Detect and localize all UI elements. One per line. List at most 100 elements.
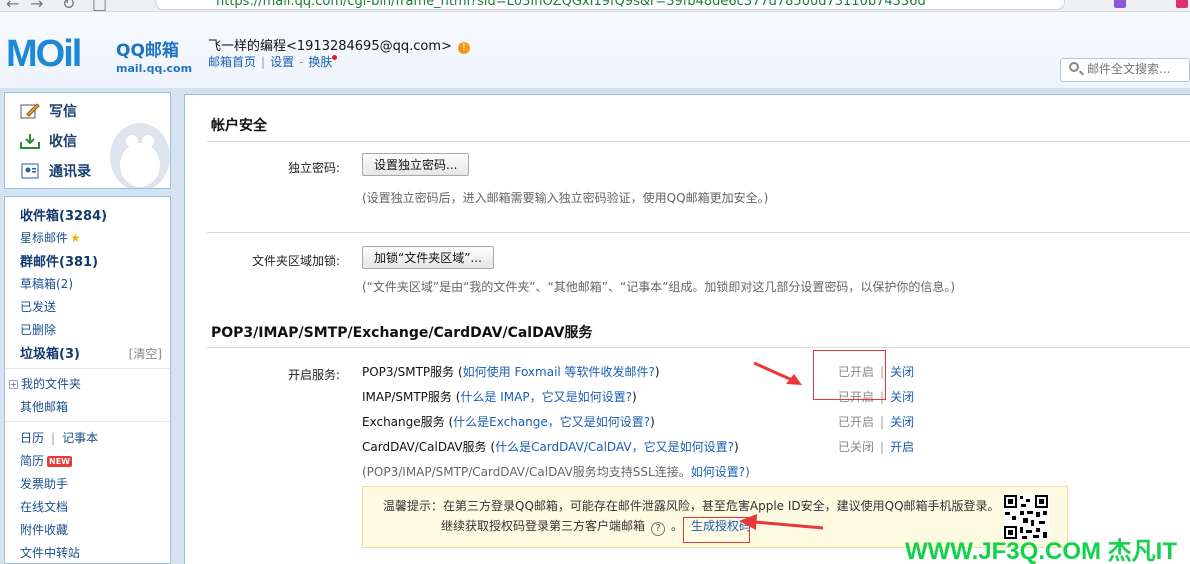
service-exchange: Exchange服务 (什么是Exchange，它又是如何设置?) [362, 413, 655, 430]
compose-icon [20, 103, 40, 119]
help-link-pop3[interactable]: 如何使用 Foxmail 等软件收发邮件? [463, 365, 655, 379]
folder-lock-button[interactable]: 加锁“文件夹区域”... [362, 246, 494, 269]
home-icon[interactable]: □ [92, 0, 107, 11]
calendar-notes-row: 日历 | 记事本 [20, 431, 99, 445]
link-attachments[interactable]: 附件收藏 [20, 521, 68, 538]
folder-starred[interactable]: 星标邮件 ★ [20, 229, 81, 246]
folder-lock-label: 文件夹区域加锁: [251, 254, 340, 268]
ssl-note: (POP3/IMAP/SMTP/CardDAV/CalDAV服务均支持SSL连接… [362, 463, 750, 480]
divider [5, 368, 170, 369]
folder-sent[interactable]: 已发送 [20, 298, 56, 315]
annotation-arrow-icon [739, 514, 824, 530]
folder-deleted[interactable]: 已删除 [20, 321, 56, 338]
help-link-exchange[interactable]: 什么是Exchange，它又是如何设置? [453, 415, 650, 429]
logo-subtitle: QQ邮箱 mail.qq.com [116, 36, 192, 75]
divider [207, 232, 1190, 233]
folder-group[interactable]: 群邮件(381) [20, 251, 98, 270]
expand-icon[interactable]: + [9, 380, 18, 389]
ssl-howto-link[interactable]: 如何设置? [691, 465, 745, 479]
link-settings[interactable]: 设置 [270, 55, 294, 69]
help-link-imap[interactable]: 什么是 IMAP，它又是如何设置? [460, 390, 632, 404]
status-text: 已关闭 [838, 440, 875, 454]
paren: ) [745, 465, 750, 479]
toggle-pop3-smtp-button[interactable]: 关闭 [890, 365, 914, 379]
paren: ) [650, 415, 655, 429]
tip-period: 。 [671, 519, 684, 533]
star-icon: ★ [70, 231, 81, 245]
user-identity: 飞一样的编程<1913284695@qq.com>! [208, 35, 470, 54]
folder-lock-hint: (“文件夹区域”是由“我的文件夹”、“其他邮箱”、“记事本”组成。加锁即对这几部… [362, 280, 956, 294]
divider [207, 141, 1190, 142]
folder-my-folders-label: 我的文件夹 [21, 377, 82, 391]
tip-line-1: 温馨提示：在第三方登录QQ邮箱，可能存在邮件泄露风险，甚至危害Apple ID安… [383, 499, 1000, 513]
link-invoice[interactable]: 发票助手 [20, 475, 68, 492]
qq-penguin-icon [110, 123, 170, 188]
toggle-exchange-button[interactable]: 关闭 [890, 415, 914, 429]
address-bar[interactable]: https://mail.qq.com/cgi-bin/frame_html?s… [155, 0, 1065, 10]
set-independent-password-button[interactable]: 设置独立密码... [362, 153, 470, 176]
service-pop3-smtp: POP3/SMTP服务 (如何使用 Foxmail 等软件收发邮件?) [362, 363, 660, 380]
link-online-docs[interactable]: 在线文档 [20, 498, 68, 515]
paren: ) [631, 390, 637, 404]
service-name: IMAP/SMTP服务 [362, 390, 452, 404]
folder-drafts[interactable]: 草稿箱(2) [20, 275, 73, 292]
help-link-carddav[interactable]: 什么是CardDAV/CalDAV，它又是如何设置? [495, 440, 734, 454]
url-text: https://mail.qq.com/cgi-bin/frame_html?s… [216, 0, 926, 9]
forward-icon[interactable]: → [30, 0, 43, 11]
user-display: 飞一样的编程<1913284695@qq.com> [208, 39, 452, 54]
help-icon[interactable]: ? [651, 522, 666, 536]
clear-spam-link[interactable]: [清空] [129, 345, 162, 362]
link-calendar[interactable]: 日历 [20, 431, 44, 445]
folder-spam[interactable]: 垃圾箱(3) [20, 343, 80, 362]
reload-icon[interactable]: ↻ [62, 0, 75, 11]
paren: ) [654, 365, 660, 379]
logo-domain: mail.qq.com [116, 62, 193, 75]
enable-services-label: 开启服务: [287, 368, 340, 382]
search-box[interactable] [1060, 58, 1190, 82]
browser-toolbar: ← → ↻ □ https://mail.qq.com/cgi-bin/fram… [0, 0, 1190, 12]
folder-inbox[interactable]: 收件箱(3284) [20, 205, 107, 224]
link-resume[interactable]: 简历 NEW [20, 452, 72, 469]
annotation-highlight-box [813, 350, 886, 400]
top-links: 邮箱首页 | 设置 - 换肤 [208, 53, 338, 70]
service-name: CardDAV/CalDAV服务 [362, 440, 487, 454]
status-carddav-caldav: 已关闭 | 开启 [838, 440, 915, 454]
service-imap-smtp: IMAP/SMTP服务 (什么是 IMAP，它又是如何设置?) [362, 388, 637, 405]
link-skin[interactable]: 换肤 [308, 55, 332, 69]
status-exchange: 已开启 | 关闭 [838, 415, 915, 429]
extension-icon[interactable] [1114, 0, 1126, 8]
quick-actions-panel: 写信 收信 通讯录 [4, 92, 171, 189]
service-name: Exchange服务 [362, 415, 445, 429]
folder-my-folders[interactable]: + 我的文件夹 [9, 375, 81, 392]
logo-text: MOil [6, 33, 82, 75]
toggle-carddav-caldav-button[interactable]: 开启 [890, 440, 914, 454]
inbox-button[interactable]: 收信 [19, 130, 77, 152]
compose-button[interactable]: 写信 [19, 100, 77, 122]
logo-title: QQ邮箱 [116, 41, 179, 61]
contacts-button[interactable]: 通讯录 [19, 160, 91, 182]
link-file-transfer[interactable]: 文件中转站 [20, 544, 80, 561]
address-book-icon [21, 163, 39, 179]
link-mail-home[interactable]: 邮箱首页 [208, 55, 256, 69]
section-title-protocols: POP3/IMAP/SMTP/Exchange/CardDAV/CalDAV服务 [211, 325, 593, 341]
service-name: POP3/SMTP服务 [362, 365, 455, 379]
warning-icon[interactable]: ! [457, 42, 470, 54]
link-notes[interactable]: 记事本 [62, 431, 98, 445]
toggle-imap-smtp-button[interactable]: 关闭 [890, 390, 914, 404]
link-resume-label: 简历 [20, 454, 45, 468]
divider [5, 421, 170, 422]
search-input[interactable] [1087, 62, 1187, 76]
divider [207, 347, 1190, 348]
new-badge: NEW [47, 456, 72, 467]
back-icon[interactable]: ← [6, 0, 19, 11]
extension-icon[interactable] [1176, 0, 1188, 8]
mail-header: MOil QQ邮箱 mail.qq.com 飞一样的编程<1913284695@… [0, 12, 1190, 88]
folder-other-mailboxes[interactable]: 其他邮箱 [20, 398, 68, 415]
independent-password-label: 独立密码: [287, 161, 340, 175]
compose-label: 写信 [49, 104, 77, 120]
annotation-arrow-icon [753, 361, 802, 385]
qqmail-logo[interactable]: MOil [6, 33, 82, 75]
status-text: 已开启 [838, 415, 875, 429]
notification-dot [332, 55, 338, 60]
independent-password-hint: (设置独立密码后，进入邮箱需要输入独立密码验证，使用QQ邮箱更加安全。) [362, 191, 769, 205]
